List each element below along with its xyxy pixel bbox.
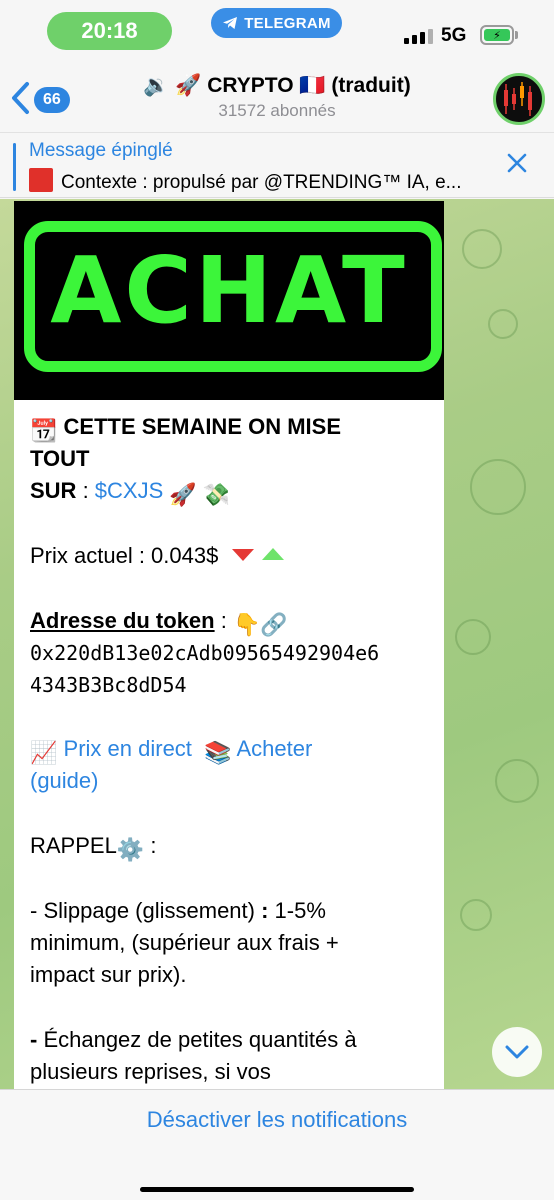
network-type: 5G	[441, 25, 467, 46]
wallpaper-doodle	[495, 759, 539, 803]
exchange-text: Échangez de petites quantités à	[37, 1027, 357, 1052]
ticker-link[interactable]: $CXJS	[95, 478, 163, 503]
telegram-plane-icon	[223, 17, 238, 29]
red-triangle-down-icon	[232, 549, 255, 561]
rappel-label: RAPPEL	[30, 833, 117, 858]
pinned-indicator	[13, 143, 16, 191]
price-text: Prix actuel : 0.043$	[30, 543, 219, 568]
pinned-preview-text: Contexte : propulsé par @TRENDING™ IA, e…	[61, 172, 462, 193]
back-chevron-icon[interactable]	[8, 80, 34, 116]
exchange-line-1: - Échangez de petites quantités à	[30, 1024, 357, 1056]
sur-separator: :	[76, 478, 95, 503]
slippage-value: 1-5%	[268, 898, 326, 923]
rappel-separator: :	[144, 833, 157, 858]
sur-label: SUR	[30, 478, 77, 503]
ticker-line: SUR : $CXJS 🚀 💸	[30, 475, 230, 511]
wallpaper-doodle	[488, 309, 518, 339]
live-price-link[interactable]: Prix en direct	[64, 736, 192, 761]
slippage-line-2: minimum, (supérieur aux frais +	[30, 930, 339, 955]
address-separator: :	[214, 608, 233, 633]
red-square-icon	[29, 168, 53, 192]
slippage-line-1: - Slippage (glissement) : 1-5%	[30, 895, 326, 927]
home-indicator[interactable]	[140, 1187, 414, 1192]
status-bar: 20:18 TELEGRAM 5G ⚡	[0, 0, 554, 60]
token-address-line-2[interactable]: 4343B3Bc8dD54	[30, 669, 187, 701]
rocket-money-icon: 🚀 💸	[169, 482, 231, 507]
wallpaper-doodle	[460, 899, 492, 931]
scroll-to-bottom-button[interactable]	[492, 1027, 542, 1077]
pinned-preview: Contexte : propulsé par @TRENDING™ IA, e…	[29, 168, 509, 194]
buy-guide-link-continued[interactable]: (guide)	[30, 765, 98, 797]
wallpaper-doodle	[455, 619, 491, 655]
signal-strength-icon	[404, 28, 433, 44]
links-line: 📈 Prix en direct 📚 Acheter	[30, 733, 312, 769]
chevron-down-icon	[505, 1045, 529, 1059]
wallpaper-doodle	[462, 229, 502, 269]
pinned-label: Message épinglé	[29, 140, 173, 161]
status-time: 20:18	[47, 12, 172, 50]
headline-line-1: 📆 CETTE SEMAINE ON MISE	[30, 411, 341, 447]
books-icon: 📚	[204, 740, 232, 765]
close-icon[interactable]	[506, 152, 528, 174]
achat-banner-text: ACHAT	[50, 237, 408, 344]
channel-title[interactable]: 🔉 🚀 CRYPTO 🇫🇷 (traduit)	[100, 74, 454, 98]
chat-background: ACHAT 📆 CETTE SEMAINE ON MISE TOUT SUR :…	[0, 199, 554, 1089]
candlestick-chart-icon	[504, 82, 532, 116]
slippage-label: - Slippage (glissement)	[30, 898, 262, 923]
pinned-message-bar[interactable]: Message épinglé Contexte : propulsé par …	[0, 132, 554, 198]
price-line: Prix actuel : 0.043$	[30, 540, 285, 572]
achat-banner-image[interactable]: ACHAT	[14, 201, 444, 400]
green-triangle-up-icon	[262, 548, 285, 560]
message-bubble[interactable]: ACHAT 📆 CETTE SEMAINE ON MISE TOUT SUR :…	[14, 201, 444, 1089]
buy-guide-link[interactable]: Acheter	[236, 736, 312, 761]
channel-avatar[interactable]	[493, 73, 545, 125]
unread-count-badge[interactable]: 66	[34, 87, 70, 113]
gear-icon: ⚙️	[116, 837, 145, 862]
headline-line-2: TOUT	[30, 446, 90, 471]
exchange-line-2: plusieurs reprises, si vos	[30, 1059, 271, 1084]
rappel-line: RAPPEL⚙️ :	[30, 830, 156, 866]
mute-notifications-button[interactable]: Désactiver les notifications	[0, 1107, 554, 1133]
address-label-line: Adresse du token : 👇🔗	[30, 605, 288, 641]
battery-tip	[515, 31, 518, 39]
telegram-return-pill[interactable]: TELEGRAM	[211, 8, 342, 38]
headline-text: CETTE SEMAINE ON MISE	[63, 414, 342, 439]
battery-icon: ⚡	[480, 25, 514, 45]
subscriber-count: 31572 abonnés	[218, 101, 336, 120]
telegram-pill-label: TELEGRAM	[244, 14, 331, 32]
wallpaper-doodle	[470, 459, 526, 515]
chat-header: 66 🔉 🚀 CRYPTO 🇫🇷 (traduit) 31572 abonnés	[0, 60, 554, 132]
token-address-line-1[interactable]: 0x220dB13e02cAdb09565492904e6	[30, 637, 379, 669]
slippage-line-3: impact sur prix).	[30, 962, 187, 987]
address-label: Adresse du token	[30, 608, 215, 633]
bottom-bar: Désactiver les notifications	[0, 1089, 554, 1200]
